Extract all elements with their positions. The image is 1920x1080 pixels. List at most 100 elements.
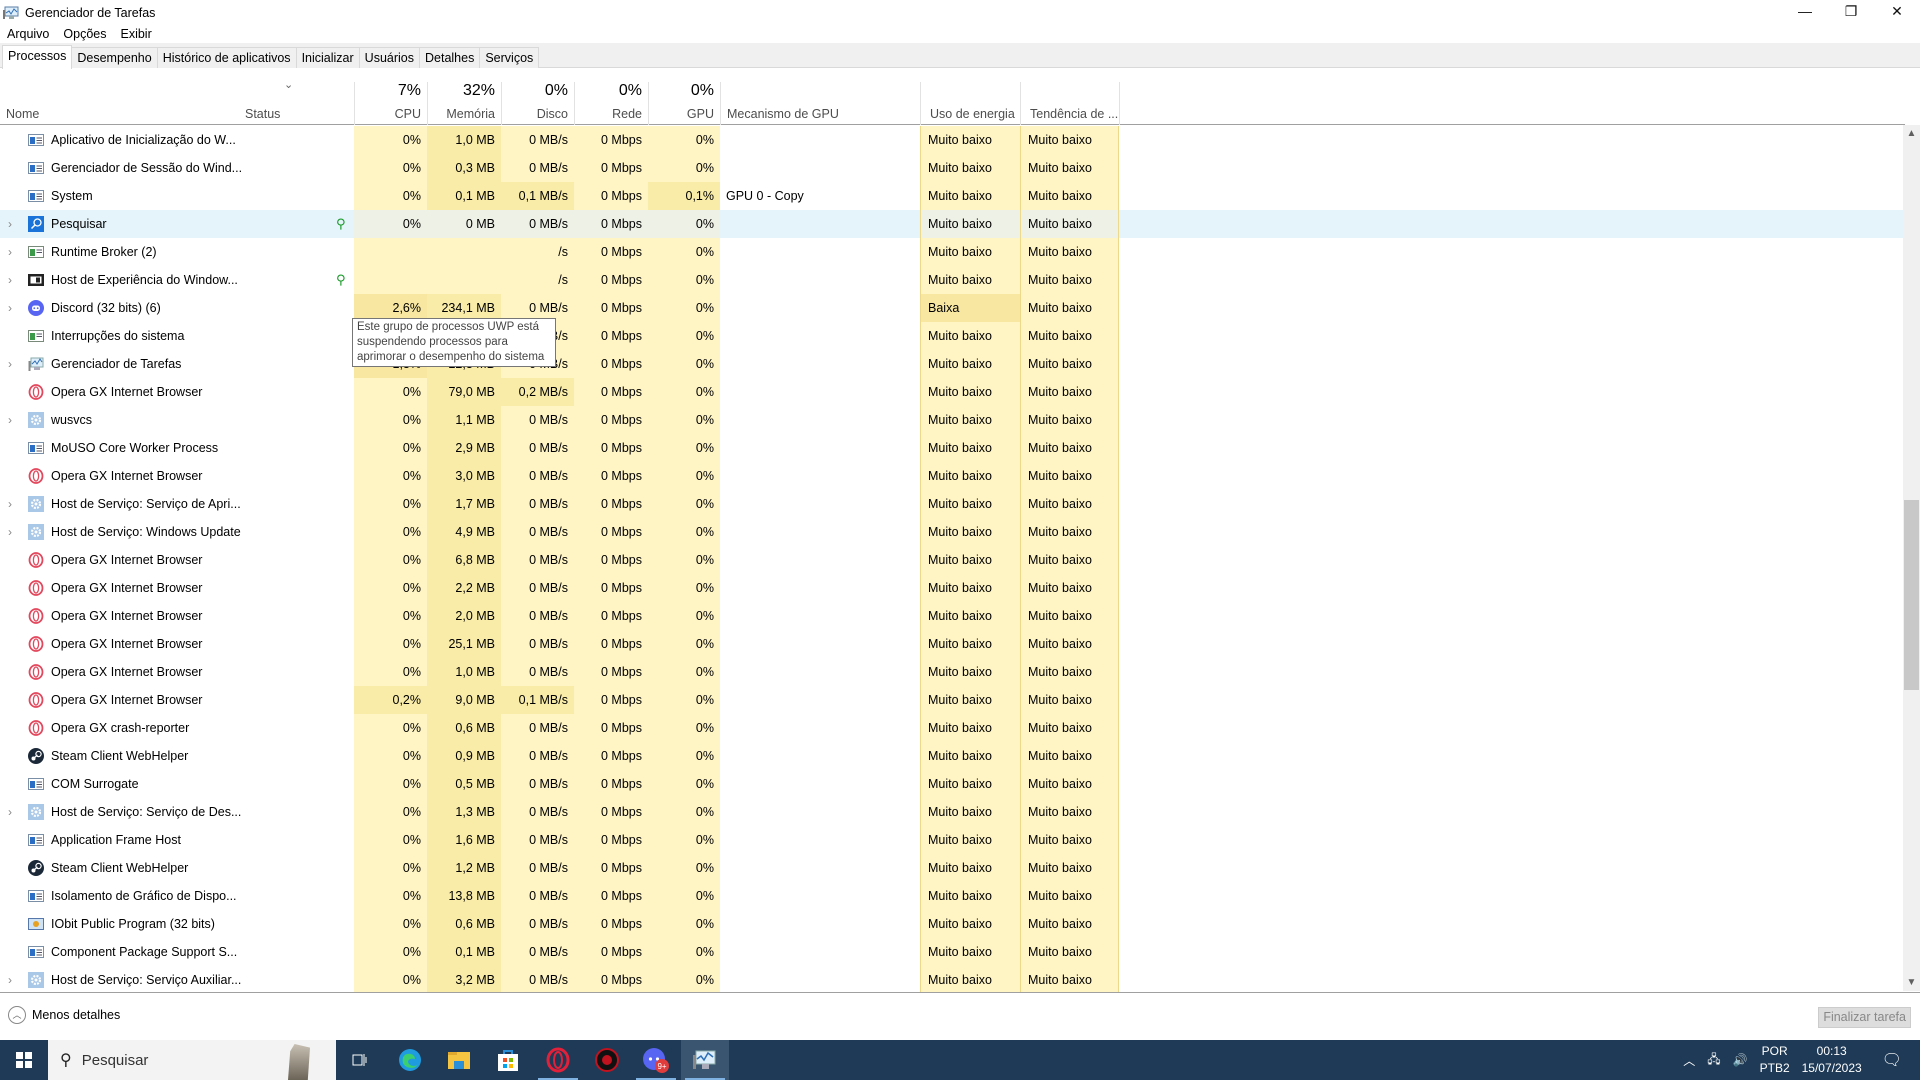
process-row[interactable]: Opera GX Internet Browser 0% 2,0 MB 0 MB/s 0… [0, 602, 1905, 630]
menu-opcoes[interactable]: Opções [56, 25, 113, 43]
discord-button[interactable]: 9+ [632, 1040, 680, 1080]
process-row[interactable]: › Discord (32 bits) (6) 2,6% 234,1 MB 0 MB/s… [0, 294, 1905, 322]
process-row[interactable]: Opera GX Internet Browser 0,2% 9,0 MB 0,1 M… [0, 686, 1905, 714]
process-row[interactable]: IObit Public Program (32 bits) 0% 0,6 MB 0 … [0, 910, 1905, 938]
opera-gx-icon [546, 1047, 570, 1073]
process-row[interactable]: › Host de Serviço: Serviço de Apri... 0% 1,… [0, 490, 1905, 518]
process-row[interactable]: Application Frame Host 0% 1,6 MB 0 MB/s 0 Mb… [0, 826, 1905, 854]
process-row[interactable]: › Host de Serviço: Windows Update 0% 4,9 MB… [0, 518, 1905, 546]
store-button[interactable] [484, 1040, 532, 1080]
process-row[interactable]: ›Gerenciador de Tarefas1,3%22,3 MB0 MB/s… [0, 350, 1905, 378]
process-row[interactable]: Interrupções do sistema0,6%0 MB0 MB/s0 M… [0, 322, 1905, 350]
memory-value: 0,9 MB [427, 742, 501, 770]
expand-chevron-icon[interactable]: › [8, 406, 12, 434]
cpu-value [354, 266, 427, 294]
expand-chevron-icon[interactable]: › [8, 294, 12, 322]
expand-chevron-icon[interactable]: › [8, 518, 12, 546]
process-row[interactable]: Opera GX Internet Browser 0% 79,0 MB 0,2 MB… [0, 378, 1905, 406]
process-row[interactable]: › Host de Serviço: Serviço de Des... 0% 1,3… [0, 798, 1905, 826]
column-cpu[interactable]: 7% CPU [354, 82, 427, 125]
restore-button[interactable]: ❐ [1828, 0, 1874, 22]
gpu-engine-value [720, 462, 920, 490]
notifications-icon[interactable]: 🗨 [1882, 1050, 1902, 1070]
process-row[interactable]: Opera GX Internet Browser 0% 1,0 MB 0 MB/s 0… [0, 658, 1905, 686]
network-icon[interactable]: 🖧 [1707, 1050, 1720, 1071]
network-value: 0 Mbps [574, 210, 648, 238]
close-button[interactable]: ✕ [1874, 0, 1920, 22]
process-row[interactable]: System 0% 0,1 MB 0,1 MB/s 0 Mbps 0,1% GPU 0 - … [0, 182, 1905, 210]
end-task-button[interactable]: Finalizar tarefa [1818, 1007, 1911, 1028]
task-manager-taskbar-button[interactable] [681, 1040, 729, 1080]
tab-detalhes[interactable]: Detalhes [420, 47, 481, 68]
iobit-button[interactable] [583, 1040, 631, 1080]
process-row[interactable]: Opera GX Internet Browser 0% 25,1 MB 0 MB/s… [0, 630, 1905, 658]
suspended-leaf-icon[interactable]: ⚲ [336, 272, 346, 288]
process-row[interactable]: Isolamento de Gráfico de Dispo... 0% 13,8 … [0, 882, 1905, 910]
process-row[interactable]: › wusvcs 0% 1,1 MB 0 MB/s 0 Mbps 0% Muito baixo… [0, 406, 1905, 434]
memory-value: 3,0 MB [427, 462, 501, 490]
expand-chevron-icon[interactable]: › [8, 798, 12, 826]
process-row[interactable]: COM Surrogate 0% 0,5 MB 0 MB/s 0 Mbps 0% Muito… [0, 770, 1905, 798]
expand-chevron-icon[interactable]: › [8, 350, 12, 378]
process-row[interactable]: Component Package Support S... 0% 0,1 MB 0 … [0, 938, 1905, 966]
tab-historico[interactable]: Histórico de aplicativos [157, 47, 297, 68]
clock[interactable]: 00:13 15/07/2023 [1802, 1043, 1862, 1077]
opera-gx-button[interactable] [534, 1040, 582, 1080]
scroll-down-icon[interactable]: ▼ [1903, 974, 1920, 991]
process-row[interactable]: › Host de Serviço: Serviço Auxiliar... 0% 3… [0, 966, 1905, 992]
language-indicator[interactable]: POR PTB2 [1760, 1043, 1790, 1077]
gear-icon [28, 524, 44, 540]
tab-usuarios[interactable]: Usuários [359, 47, 420, 68]
column-status[interactable]: ⌄ Status [239, 79, 354, 125]
tab-desempenho[interactable]: Desempenho [72, 47, 158, 68]
column-name[interactable]: Nome [0, 82, 239, 125]
process-row[interactable]: Opera GX Internet Browser 0% 2,2 MB 0 MB/s 0… [0, 574, 1905, 602]
process-row[interactable]: › Runtime Broker (2) /s 0 Mbps 0% Muito baixo… [0, 238, 1905, 266]
process-row[interactable]: › Host de Experiência do Window... ⚲ /s 0 Mb… [0, 266, 1905, 294]
expand-chevron-icon[interactable]: › [8, 966, 12, 992]
process-row[interactable]: MoUSO Core Worker Process 0% 2,9 MB 0 MB/s 0… [0, 434, 1905, 462]
task-view-button[interactable] [336, 1040, 384, 1080]
volume-icon[interactable]: 🔊 [1733, 1053, 1748, 1067]
tab-inicializar[interactable]: Inicializar [296, 47, 360, 68]
menu-exibir[interactable]: Exibir [113, 25, 158, 43]
expand-chevron-icon[interactable]: › [8, 210, 12, 238]
taskbar-search[interactable]: ⚲ Pesquisar [48, 1040, 336, 1080]
power-usage-value: Muito baixo [920, 322, 1020, 350]
suspended-leaf-icon[interactable]: ⚲ [336, 216, 346, 232]
process-row[interactable]: Gerenciador de Sessão do Wind... 0% 0,3 MB… [0, 154, 1905, 182]
vertical-scrollbar[interactable]: ▲ ▼ [1903, 125, 1920, 991]
column-memory[interactable]: 32% Memória [427, 82, 501, 125]
start-button[interactable] [0, 1040, 48, 1080]
gpu-value: 0,1% [648, 182, 720, 210]
column-gpu-engine[interactable]: Mecanismo de GPU [720, 82, 920, 125]
column-network[interactable]: 0% Rede [574, 82, 648, 125]
process-row[interactable]: Aplicativo de Inicialização do W... 0% 1,0… [0, 126, 1905, 154]
edge-button[interactable] [386, 1040, 434, 1080]
process-row[interactable]: › Pesquisar ⚲ 0% 0 MB 0 MB/s 0 Mbps 0% Muito bai… [0, 210, 1905, 238]
menu-arquivo[interactable]: Arquivo [0, 25, 56, 43]
process-row[interactable]: Steam Client WebHelper 0% 0,9 MB 0 MB/s 0 Mb… [0, 742, 1905, 770]
minimize-button[interactable]: — [1782, 0, 1828, 22]
scroll-up-icon[interactable]: ▲ [1903, 125, 1920, 142]
column-power[interactable]: Uso de energia [920, 82, 1020, 125]
process-row[interactable]: Opera GX Internet Browser 0% 3,0 MB 0 MB/s 0… [0, 462, 1905, 490]
power-trend-value: Muito baixo [1020, 518, 1119, 546]
process-row[interactable]: Steam Client WebHelper 0% 1,2 MB 0 MB/s 0 Mb… [0, 854, 1905, 882]
expand-chevron-icon[interactable]: › [8, 490, 12, 518]
column-disk[interactable]: 0% Disco [501, 82, 574, 125]
column-power-trend[interactable]: Tendência de ... [1020, 82, 1119, 125]
disk-value: 0,2 MB/s [501, 378, 574, 406]
process-row[interactable]: Opera GX crash-reporter 0% 0,6 MB 0 MB/s 0 M… [0, 714, 1905, 742]
show-hidden-icons-chevron-icon[interactable]: ︿ [1683, 1052, 1695, 1069]
expand-chevron-icon[interactable]: › [8, 238, 12, 266]
memory-value: 1,0 MB [427, 658, 501, 686]
file-explorer-button[interactable] [435, 1040, 483, 1080]
column-gpu[interactable]: 0% GPU [648, 82, 720, 125]
scrollbar-thumb[interactable] [1904, 500, 1919, 690]
less-details-button[interactable]: ︿ Menos detalhes [8, 1006, 120, 1024]
tab-processos[interactable]: Processos [2, 45, 73, 69]
process-row[interactable]: Opera GX Internet Browser 0% 6,8 MB 0 MB/s 0… [0, 546, 1905, 574]
expand-chevron-icon[interactable]: › [8, 266, 12, 294]
tab-servicos[interactable]: Serviços [480, 47, 540, 68]
